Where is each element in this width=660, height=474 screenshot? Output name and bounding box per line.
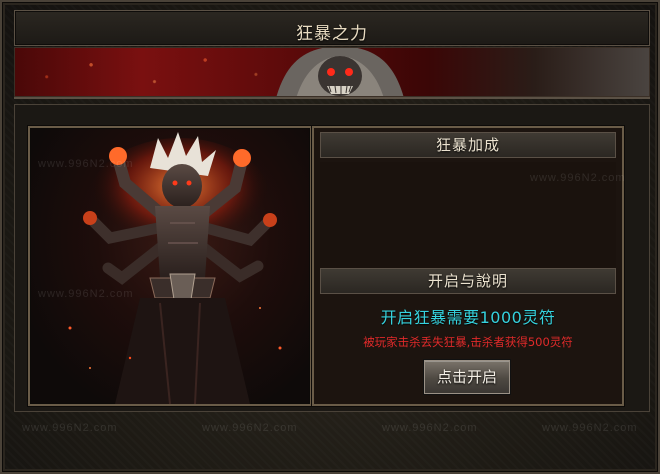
watermark: www.996N2.com [22,422,118,434]
bonus-heading: 狂暴加成 [320,132,616,158]
watermark: www.996N2.com [382,422,478,434]
rage-demon-portrait [68,132,282,404]
open-rage-button[interactable]: 点击开启 [424,360,510,394]
cost-text: 开启狂暴需要1000灵符 [380,308,556,327]
rage-power-window: www.996N2.com www.996N2.com www.996N2.co… [0,0,660,474]
watermark: www.996N2.com [530,172,626,184]
watermark: www.996N2.com [202,422,298,434]
banner-divider [14,97,650,99]
watermark: www.996N2.com [542,422,638,434]
bonus-list: www.996N2.com [320,162,625,272]
title-bar: 狂暴之力 [14,10,650,46]
rage-portrait-panel: www.996N2.com www.996N2.com [28,126,312,406]
rage-info-panel: 狂暴加成 www.996N2.com 开启与說明 开启狂暴需要1000灵符 被玩… [312,126,625,406]
rage-banner [14,47,650,97]
warning-text: 被玩家击杀丢失狂暴,击杀者获得500灵符 [363,335,573,349]
window-title: 狂暴之力 [296,24,368,44]
demon-banner-art [276,48,404,96]
instructions-heading: 开启与說明 [320,268,616,294]
